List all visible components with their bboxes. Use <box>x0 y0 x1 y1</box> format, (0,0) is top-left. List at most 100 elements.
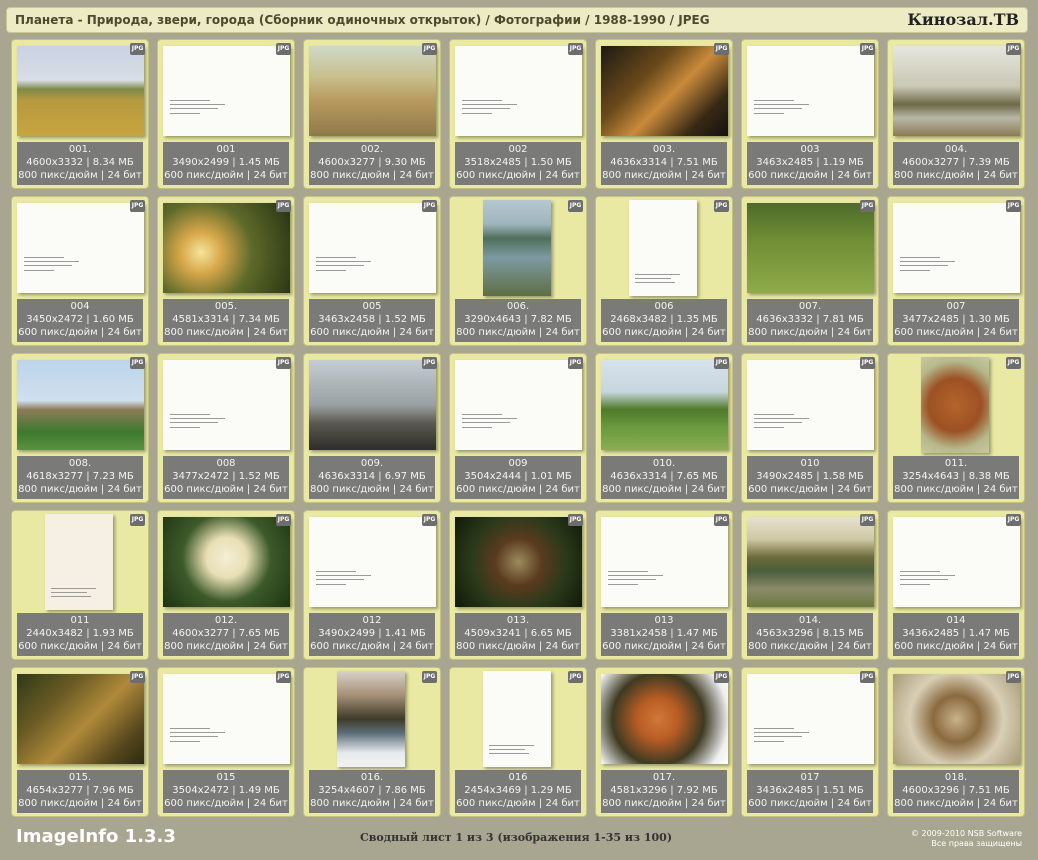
thumbnail-cell[interactable]: JPG 016. 3254x4607 | 7.86 МБ 800 пикс/дюйм … <box>303 667 441 817</box>
photo-thumbnail[interactable] <box>921 357 989 453</box>
thumbnail-cell[interactable]: JPG 009. 4636x3314 | 6.97 МБ 800 пикс/дюйм … <box>303 353 441 503</box>
thumbnail-cell[interactable]: JPG 006. 3290x4643 | 7.82 МБ 800 пикс/дюйм … <box>449 196 587 346</box>
jpg-file-icon: JPG <box>1006 514 1021 526</box>
photo-thumbnail[interactable] <box>17 360 144 450</box>
postcard-text-line <box>608 579 656 580</box>
postcard-back-thumbnail[interactable] <box>747 360 874 450</box>
photo-thumbnail[interactable] <box>163 203 290 293</box>
jpg-file-icon: JPG <box>130 514 145 526</box>
thumbnail-cell[interactable]: JPG 008 3477x2472 | 1.52 МБ 600 пикс/дюйм |… <box>157 353 295 503</box>
postcard-back-thumbnail[interactable] <box>601 517 728 607</box>
postcard-text-line <box>316 270 346 271</box>
thumbnail-cell[interactable]: JPG 010 3490x2485 | 1.58 МБ 600 пикс/дюйм |… <box>741 353 879 503</box>
thumbnail-cell[interactable]: JPG 004. 4600x3277 | 7.39 МБ 800 пикс/дюйм … <box>887 39 1025 189</box>
thumbnail-cell[interactable]: JPG 003 3463x2485 | 1.19 МБ 600 пикс/дюйм |… <box>741 39 879 189</box>
thumbnail-cell[interactable]: JPG 016 2454x3469 | 1.29 МБ 600 пикс/дюйм |… <box>449 667 587 817</box>
postcard-text-line <box>900 571 940 572</box>
image-meta: 800 пикс/дюйм | 24 бит <box>310 170 434 182</box>
postcard-back-thumbnail[interactable] <box>309 517 436 607</box>
photo-thumbnail[interactable] <box>893 674 1020 764</box>
postcard-text-line <box>754 736 802 737</box>
image-info-bar: 013. 4509x3241 | 6.65 МБ 800 пикс/дюйм | 2… <box>455 613 581 656</box>
thumbnail-cell[interactable]: JPG 009 3504x2444 | 1.01 МБ 600 пикс/дюйм |… <box>449 353 587 503</box>
thumbnail-cell[interactable]: JPG 007. 4636x3332 | 7.81 МБ 800 пикс/дюйм … <box>741 196 879 346</box>
image-dims: 4636x3314 | 6.97 МБ <box>318 471 426 483</box>
postcard-back-thumbnail[interactable] <box>893 203 1020 293</box>
postcard-text-line <box>170 100 210 101</box>
photo-thumbnail[interactable] <box>17 674 144 764</box>
image-meta: 800 пикс/дюйм | 24 бит <box>18 798 142 810</box>
thumbnail-cell[interactable]: JPG 008. 4618x3277 | 7.23 МБ 800 пикс/дюйм … <box>11 353 149 503</box>
thumbnail-cell[interactable]: JPG 005. 4581x3314 | 7.34 МБ 800 пикс/дюйм … <box>157 196 295 346</box>
thumbnail-cell[interactable]: JPG 015 3504x2472 | 1.49 МБ 600 пикс/дюйм |… <box>157 667 295 817</box>
thumbnail-cell[interactable]: JPG 014. 4563x3296 | 8.15 МБ 800 пикс/дюйм … <box>741 510 879 660</box>
sheet-title: Планета - Природа, звери, города (Сборни… <box>15 13 710 27</box>
postcard-back-thumbnail[interactable] <box>163 360 290 450</box>
image-meta: 800 пикс/дюйм | 24 бит <box>894 798 1018 810</box>
thumbnail-cell[interactable]: JPG 012. 4600x3277 | 7.65 МБ 800 пикс/дюйм … <box>157 510 295 660</box>
thumbnail-cell[interactable]: JPG 013 3381x2458 | 1.47 МБ 600 пикс/дюйм |… <box>595 510 733 660</box>
thumbnail-cell[interactable]: JPG 012 3490x2499 | 1.41 МБ 600 пикс/дюйм |… <box>303 510 441 660</box>
photo-thumbnail[interactable] <box>309 360 436 450</box>
image-name: 018. <box>944 772 968 783</box>
image-info-bar: 008 3477x2472 | 1.52 МБ 600 пикс/дюйм | 24… <box>163 456 289 499</box>
thumbnail-cell[interactable]: JPG 005 3463x2458 | 1.52 МБ 600 пикс/дюйм |… <box>303 196 441 346</box>
image-info-bar: 009. 4636x3314 | 6.97 МБ 800 пикс/дюйм | 2… <box>309 456 435 499</box>
postcard-text-line <box>608 584 638 585</box>
photo-thumbnail[interactable] <box>601 360 728 450</box>
thumbnail-cell[interactable]: JPG 017. 4581x3296 | 7.92 МБ 800 пикс/дюйм … <box>595 667 733 817</box>
photo-thumbnail[interactable] <box>163 517 290 607</box>
thumbnail-cell[interactable]: JPG 014 3436x2485 | 1.47 МБ 600 пикс/дюйм |… <box>887 510 1025 660</box>
photo-thumbnail[interactable] <box>483 200 551 296</box>
photo-thumbnail[interactable] <box>309 46 436 136</box>
thumbnail-cell[interactable]: JPG 011. 3254x4643 | 8.38 МБ 800 пикс/дюйм … <box>887 353 1025 503</box>
thumbnail-cell[interactable]: JPG 001. 4600x3332 | 8.34 МБ 800 пикс/дюйм … <box>11 39 149 189</box>
postcard-back-thumbnail[interactable] <box>747 46 874 136</box>
postcard-back-thumbnail[interactable] <box>17 203 144 293</box>
postcard-text-line <box>24 265 72 266</box>
thumbnail-cell[interactable]: JPG 011 2440x3482 | 1.93 МБ 600 пикс/дюйм |… <box>11 510 149 660</box>
image-name: 013. <box>506 615 530 626</box>
photo-thumbnail[interactable] <box>455 517 582 607</box>
jpg-file-icon: JPG <box>1006 200 1021 212</box>
image-name: 012 <box>362 615 382 626</box>
postcard-back-thumbnail[interactable] <box>45 514 113 610</box>
photo-thumbnail[interactable] <box>337 671 405 767</box>
thumbnail-cell[interactable]: JPG 001 3490x2499 | 1.45 МБ 600 пикс/дюйм |… <box>157 39 295 189</box>
postcard-back-thumbnail[interactable] <box>163 46 290 136</box>
image-name: 015 <box>216 772 236 783</box>
thumbnail-cell[interactable]: JPG 010. 4636x3314 | 7.65 МБ 800 пикс/дюйм … <box>595 353 733 503</box>
image-dims: 3490x2499 | 1.45 МБ <box>172 157 280 169</box>
photo-thumbnail[interactable] <box>747 517 874 607</box>
postcard-back-thumbnail[interactable] <box>455 46 582 136</box>
thumbnail-cell[interactable]: JPG 002. 4600x3277 | 9.30 МБ 800 пикс/дюйм … <box>303 39 441 189</box>
thumbnail-cell[interactable]: JPG 013. 4509x3241 | 6.65 МБ 800 пикс/дюйм … <box>449 510 587 660</box>
postcard-back-thumbnail[interactable] <box>747 674 874 764</box>
photo-thumbnail[interactable] <box>601 674 728 764</box>
thumbnail-cell[interactable]: JPG 017 3436x2485 | 1.51 МБ 600 пикс/дюйм |… <box>741 667 879 817</box>
thumbnail-cell[interactable]: JPG 018. 4600x3296 | 7.51 МБ 800 пикс/дюйм … <box>887 667 1025 817</box>
photo-thumbnail[interactable] <box>601 46 728 136</box>
image-dims: 3477x2472 | 1.52 МБ <box>172 471 280 483</box>
image-info-bar: 004 3450x2472 | 1.60 МБ 600 пикс/дюйм | 24… <box>17 299 143 342</box>
postcard-back-thumbnail[interactable] <box>163 674 290 764</box>
postcard-back-thumbnail[interactable] <box>893 517 1020 607</box>
image-meta: 800 пикс/дюйм | 24 бит <box>18 170 142 182</box>
postcard-back-thumbnail[interactable] <box>629 200 697 296</box>
photo-thumbnail[interactable] <box>747 203 874 293</box>
postcard-back-thumbnail[interactable] <box>455 360 582 450</box>
image-info-bar: 017. 4581x3296 | 7.92 МБ 800 пикс/дюйм | 2… <box>601 770 727 813</box>
thumbnail-cell[interactable]: JPG 003. 4636x3314 | 7.51 МБ 800 пикс/дюйм … <box>595 39 733 189</box>
postcard-back-thumbnail[interactable] <box>309 203 436 293</box>
thumbnail-cell[interactable]: JPG 006 2468x3482 | 1.35 МБ 600 пикс/дюйм |… <box>595 196 733 346</box>
postcard-back-thumbnail[interactable] <box>483 671 551 767</box>
image-info-bar: 015. 4654x3277 | 7.96 МБ 800 пикс/дюйм | 2… <box>17 770 143 813</box>
image-name: 007 <box>946 301 966 312</box>
thumbnail-cell[interactable]: JPG 002 3518x2485 | 1.50 МБ 600 пикс/дюйм |… <box>449 39 587 189</box>
thumbnail-cell[interactable]: JPG 015. 4654x3277 | 7.96 МБ 800 пикс/дюйм … <box>11 667 149 817</box>
image-dims: 3463x2458 | 1.52 МБ <box>318 314 426 326</box>
thumbnail-cell[interactable]: JPG 007 3477x2485 | 1.30 МБ 600 пикс/дюйм |… <box>887 196 1025 346</box>
photo-thumbnail[interactable] <box>893 46 1020 136</box>
photo-thumbnail[interactable] <box>17 46 144 136</box>
thumbnail-cell[interactable]: JPG 004 3450x2472 | 1.60 МБ 600 пикс/дюйм |… <box>11 196 149 346</box>
